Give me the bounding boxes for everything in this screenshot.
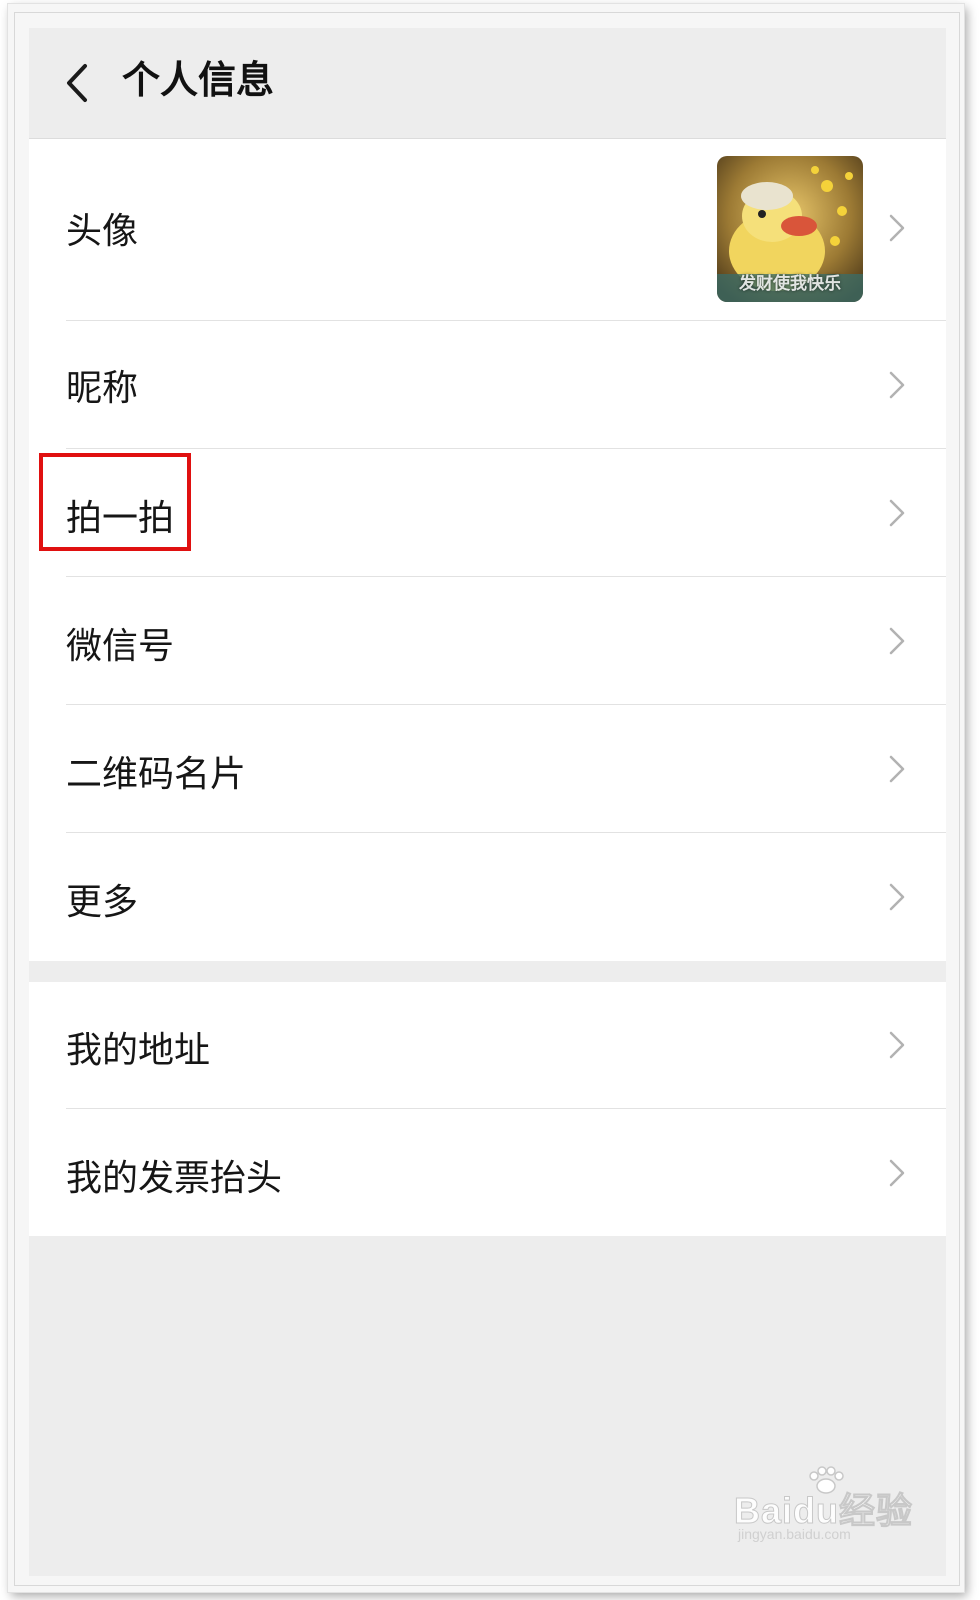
row-pat[interactable]: 拍一拍 [29, 449, 946, 577]
profile-group: 头像 发财使我快乐 昵称 拍一拍 微信号 二维码名片 更多 [29, 139, 946, 961]
chevron-right-icon [889, 1031, 905, 1059]
row-pat-label: 拍一拍 [66, 498, 175, 539]
row-nickname-label: 昵称 [66, 368, 139, 409]
chevron-right-icon [889, 1159, 905, 1187]
photo-frame: 个人信息 头像 发财使我快乐 昵称 拍一拍 微信号 二维码名片 更多 我的地址 … [8, 4, 964, 1592]
row-wechat-id-label: 微信号 [66, 626, 175, 667]
page-title: 个人信息 [122, 58, 275, 102]
row-invoice-label: 我的发票抬头 [66, 1158, 283, 1199]
row-more-label: 更多 [66, 882, 139, 923]
phone-screen: 个人信息 头像 发财使我快乐 昵称 拍一拍 微信号 二维码名片 更多 我的地址 … [29, 28, 946, 1576]
watermark-url: jingyan.baidu.com [738, 1526, 851, 1542]
row-more[interactable]: 更多 [29, 833, 946, 961]
row-qr-card-label: 二维码名片 [66, 754, 247, 795]
chevron-right-icon [889, 499, 905, 527]
chevron-left-icon[interactable] [59, 60, 99, 106]
row-avatar[interactable]: 头像 发财使我快乐 [29, 139, 946, 321]
watermark: Baidu经验 jingyan.baidu.com [730, 1466, 920, 1548]
row-address-label: 我的地址 [66, 1030, 211, 1071]
chevron-right-icon [889, 755, 905, 783]
chevron-right-icon [889, 627, 905, 655]
chevron-right-icon [889, 883, 905, 911]
extra-group: 我的地址 我的发票抬头 [29, 982, 946, 1236]
row-qr-card[interactable]: 二维码名片 [29, 705, 946, 833]
row-invoice[interactable]: 我的发票抬头 [29, 1109, 946, 1236]
row-nickname[interactable]: 昵称 [29, 321, 946, 449]
row-address[interactable]: 我的地址 [29, 982, 946, 1109]
avatar[interactable]: 发财使我快乐 [717, 156, 863, 302]
row-avatar-label: 头像 [66, 211, 139, 252]
avatar-caption: 发财使我快乐 [739, 274, 841, 294]
row-wechat-id[interactable]: 微信号 [29, 577, 946, 705]
chevron-right-icon [889, 371, 905, 399]
chevron-right-icon [889, 214, 905, 242]
nav-header: 个人信息 [29, 28, 946, 139]
